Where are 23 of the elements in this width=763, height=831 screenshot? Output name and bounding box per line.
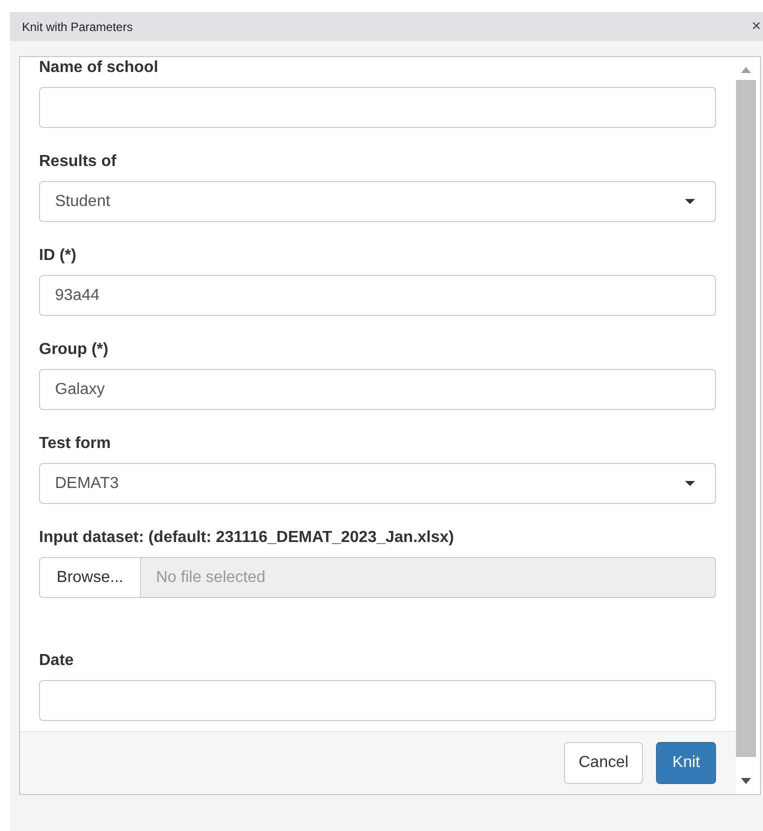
- input-field[interactable]: [39, 680, 716, 721]
- window-title: Knit with Parameters: [21, 20, 133, 34]
- cancel-button[interactable]: Cancel: [564, 742, 644, 784]
- input-field[interactable]: Galaxy: [39, 369, 716, 410]
- dropdown[interactable]: Student: [39, 181, 716, 222]
- field-label: Group (*): [39, 340, 110, 360]
- field-label: ID (*): [39, 246, 78, 266]
- field-label: Name of school: [39, 58, 160, 78]
- dropdown[interactable]: DEMAT3: [39, 463, 716, 504]
- browse-button[interactable]: Browse...: [39, 557, 141, 598]
- file-name-field[interactable]: No file selected: [141, 557, 716, 598]
- knit-button[interactable]: Knit: [656, 742, 716, 784]
- scroll-up-icon[interactable]: [741, 67, 751, 73]
- input-field[interactable]: [39, 87, 716, 128]
- field-label: Input dataset: (default: 231116_DEMAT_2023_Jan.xlsx): [39, 528, 455, 548]
- field-label: Test form: [39, 434, 112, 454]
- input-field[interactable]: 93a44: [39, 275, 716, 316]
- field-label: Date: [39, 651, 75, 671]
- scroll-down-icon[interactable]: [741, 778, 751, 784]
- field-label: Results of: [39, 152, 118, 172]
- caret-icon: [685, 199, 695, 204]
- close-button[interactable]: ×: [752, 18, 763, 36]
- caret-icon: [685, 481, 695, 486]
